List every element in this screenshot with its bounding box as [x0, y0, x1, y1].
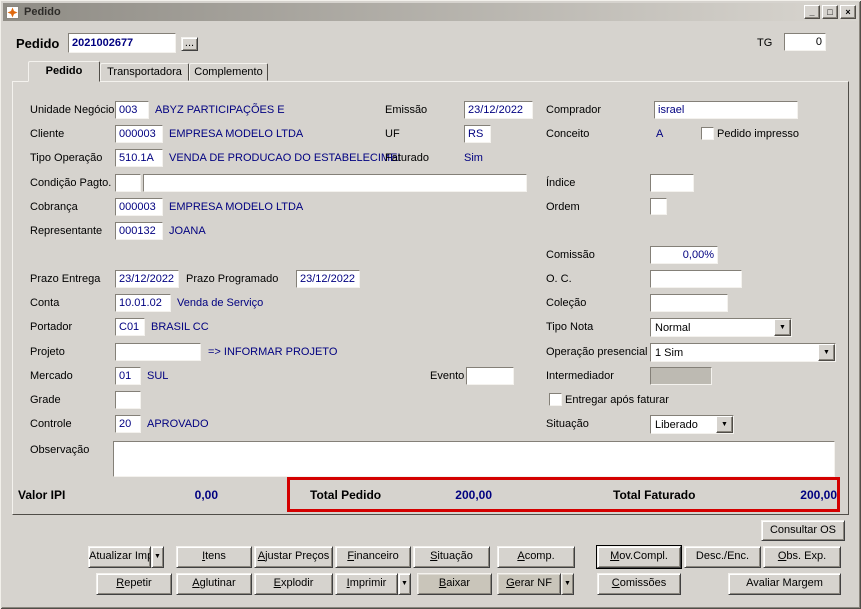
atualizar-imp-dropdown-icon[interactable]: ▼ [151, 546, 164, 568]
close-icon[interactable]: × [840, 5, 856, 19]
window-title: Pedido [24, 6, 61, 18]
itens-button[interactable]: Itens [176, 546, 252, 568]
pedido-header-label: Pedido [16, 36, 60, 51]
explodir-button[interactable]: Explodir [254, 573, 333, 595]
avaliar-margem-button[interactable]: Avaliar Margem [728, 573, 841, 595]
pedido-window: Pedido _ □ × Pedido ... TG Pedido Transp… [0, 0, 861, 609]
tg-input[interactable] [784, 33, 826, 51]
aglutinar-button[interactable]: Aglutinar [176, 573, 252, 595]
gerar-nf-dropdown-icon[interactable]: ▼ [561, 573, 574, 595]
titlebar: Pedido _ □ × [3, 3, 858, 21]
tg-label: TG [757, 37, 773, 49]
acomp-button[interactable]: Acomp. [497, 546, 575, 568]
maximize-icon[interactable]: □ [822, 5, 838, 19]
tab-transportadora[interactable]: Transportadora [100, 63, 189, 81]
gerar-nf-button[interactable]: Gerar NF [497, 573, 561, 595]
financeiro-button[interactable]: Financeiro [335, 546, 411, 568]
mov-compl-button[interactable]: Mov.Compl. [596, 545, 682, 569]
minimize-icon[interactable]: _ [804, 5, 820, 19]
pedido-number-input[interactable] [68, 33, 176, 53]
imprimir-button[interactable]: Imprimir [335, 573, 398, 595]
repetir-button[interactable]: Repetir [96, 573, 172, 595]
tab-complemento[interactable]: Complemento [189, 63, 268, 81]
app-icon [6, 5, 19, 19]
tab-panel [12, 81, 849, 515]
consultar-os-button[interactable]: Consultar OS [761, 520, 845, 541]
desc-enc-button[interactable]: Desc./Enc. [684, 546, 761, 568]
atualizar-imp-button[interactable]: Atualizar Imp [88, 546, 151, 568]
situacao-button[interactable]: Situação [413, 546, 490, 568]
baixar-button[interactable]: Baixar [417, 573, 492, 595]
ajustar-precos-button[interactable]: Ajustar Preços [254, 546, 333, 568]
comissoes-button[interactable]: Comissões [597, 573, 681, 595]
pedido-lookup-button[interactable]: ... [181, 37, 198, 51]
obs-exp-button[interactable]: Obs. Exp. [763, 546, 841, 568]
imprimir-dropdown-icon[interactable]: ▼ [398, 573, 411, 595]
tab-pedido[interactable]: Pedido [28, 61, 100, 82]
